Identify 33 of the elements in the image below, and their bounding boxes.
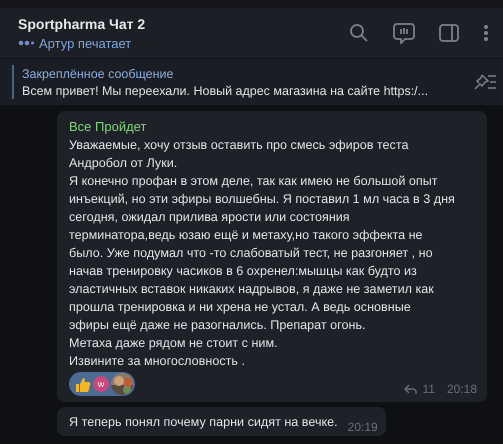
typing-status: Артур печатает — [39, 36, 132, 50]
message-author[interactable]: Все Пройдет — [69, 117, 477, 136]
reaction-pill[interactable]: w — [69, 372, 135, 396]
pin-list-icon[interactable] — [473, 73, 497, 91]
live-chat-icon[interactable] — [393, 22, 415, 44]
message-text: Уважаемые, хочу отзыв оставить про смесь эфиров теста — [69, 137, 410, 154]
thumbs-up-icon — [74, 376, 91, 392]
search-icon[interactable] — [349, 23, 369, 43]
message-text: Я теперь понял почему парни сидят на вечке. — [69, 414, 338, 431]
message-text: сегодня, ожидал прилива ярости или состояния — [69, 209, 351, 226]
reply-count: 11 — [422, 382, 435, 396]
reactor-avatar: w — [93, 376, 109, 392]
message-text: прошла тренировка и ни хрена не устал. А ведь основные — [69, 299, 412, 316]
message-text: эластичных вставок никаких надрывов, я даже не заметил как — [69, 281, 435, 298]
pinned-bar[interactable]: Закреплённое сообщение Всем привет! Мы переехали. Новый адрес магазина на сайте https:/... — [0, 59, 503, 105]
more-icon[interactable] — [483, 24, 489, 42]
sidebar-icon[interactable] — [439, 24, 459, 42]
message-text: инъекций, но эти эфиры волшебны. Я поставил 1 мл часа в 3 дня — [69, 191, 456, 208]
message-time: 20:19 — [348, 420, 378, 434]
message-text: было. Уже подумал что -то слабоватый тест, не разгоняет , но — [69, 245, 434, 262]
typing-icon — [18, 40, 36, 46]
pinned-label: Закреплённое сообщение — [22, 66, 174, 80]
message-text: начав тренировку часиков в 6 охренел:мышцы как будто из — [69, 263, 418, 280]
reply-icon — [404, 384, 416, 394]
message-text: Метаха даже рядом не стоит с ним. — [69, 335, 279, 352]
chat-title: Sportpharma Чат 2 — [18, 16, 146, 32]
message-text: Я конечно профан в этом деле, так как имею не большой опыт — [69, 173, 439, 190]
message-text: эфиры ещё даже не разогнались. Препарат огонь. — [69, 317, 366, 334]
message-text: Извините за многословность . — [69, 353, 246, 370]
message-text: терминатора,ведь юзаю ещё и метаху,но такого эффекта не — [69, 227, 424, 244]
message-text: Андробол от Луки. — [69, 155, 178, 172]
message-time: 20:18 — [446, 382, 477, 396]
pinned-message: Всем привет! Мы переехали. Новый адрес магазина на сайте https:/... — [22, 84, 430, 98]
